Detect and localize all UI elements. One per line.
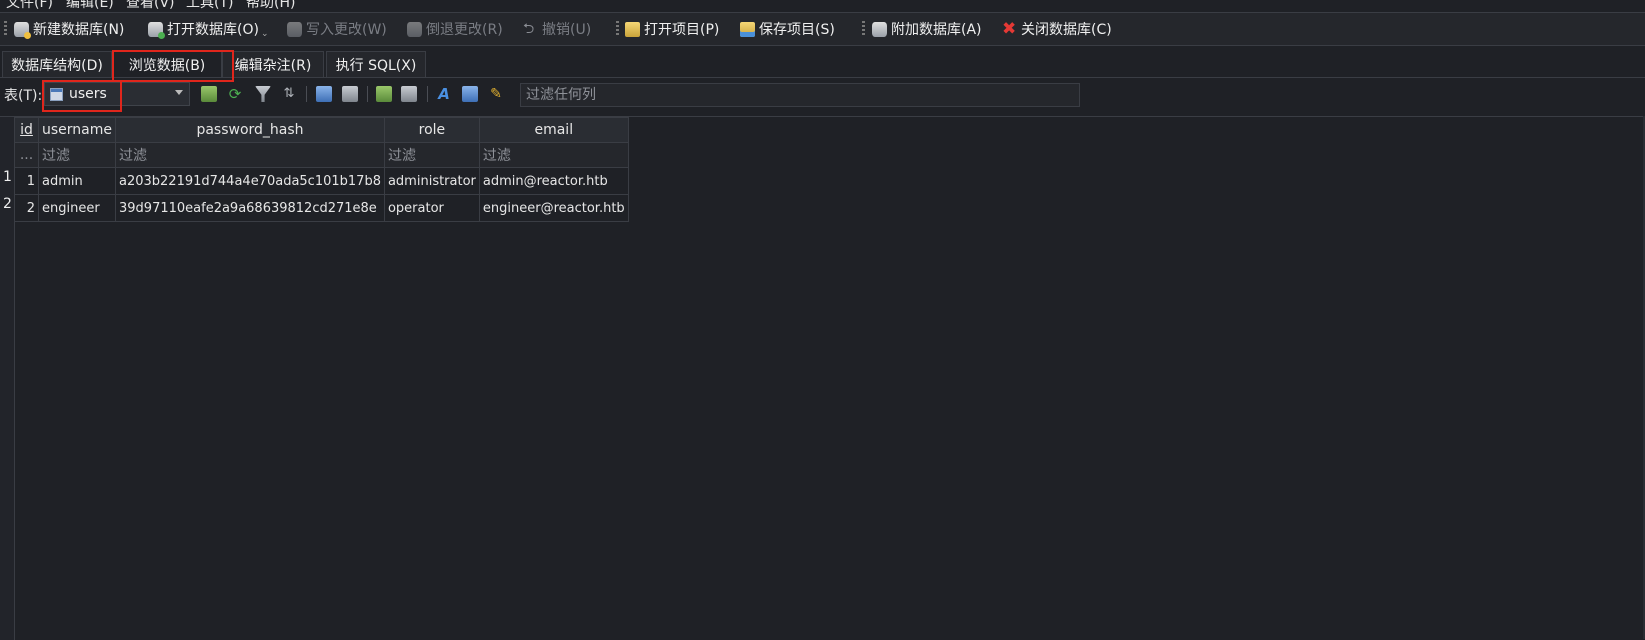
open-project-icon xyxy=(625,21,640,37)
delete-record-icon[interactable] xyxy=(401,86,417,102)
tab-database-structure[interactable]: 数据库结构(D) xyxy=(2,51,112,78)
column-header-email[interactable]: email xyxy=(478,117,629,143)
browse-toolbar: 表(T): users ⟳ ⇅ A ✎ xyxy=(0,80,1645,108)
save-project-label: 保存项目(S) xyxy=(759,22,835,38)
filter-any-column-input[interactable] xyxy=(520,83,1080,107)
main-toolbar: 新建数据库(N) 打开数据库(O) ⌄ 写入更改(W) 倒退更改(R) ⮌ 撤销… xyxy=(0,13,1645,46)
edit-pencil-icon[interactable]: ✎ xyxy=(488,86,504,102)
font-italic-icon[interactable]: A xyxy=(436,86,452,102)
data-grid[interactable]: 1 2 id username password_hash role email… xyxy=(0,116,1645,640)
toolbar-grip[interactable] xyxy=(862,21,865,37)
sort-icon[interactable]: ⇅ xyxy=(281,86,297,102)
revert-changes-button[interactable]: 倒退更改(R) xyxy=(407,19,503,39)
filter-username-input[interactable]: 过滤 xyxy=(38,142,116,168)
menu-help[interactable]: 帮助(H) xyxy=(246,0,295,12)
cell-id[interactable]: 1 xyxy=(14,167,39,195)
attach-database-icon xyxy=(872,21,887,37)
menu-file[interactable]: 文件(F) xyxy=(6,0,53,12)
menu-view[interactable]: 查看(V) xyxy=(126,0,175,12)
open-database-button[interactable]: 打开数据库(O) ⌄ xyxy=(148,19,269,39)
tab-edit-pragmas[interactable]: 编辑杂注(R) xyxy=(222,51,324,78)
filter-row: ... 过滤 过滤 过滤 过滤 xyxy=(14,142,629,168)
row-number[interactable]: 1 xyxy=(3,169,12,185)
cell-email[interactable]: admin@reactor.htb xyxy=(478,167,629,195)
new-database-icon xyxy=(14,21,31,39)
toolbar-grip[interactable] xyxy=(4,21,7,37)
toolbar-separator xyxy=(306,86,307,102)
cell-id[interactable]: 2 xyxy=(14,194,39,222)
close-icon: ✖ xyxy=(1002,18,1017,39)
close-database-button[interactable]: ✖ 关闭数据库(C) xyxy=(1002,19,1112,39)
filter-rownum: ... xyxy=(14,142,39,168)
table-icon xyxy=(50,87,63,101)
write-changes-button[interactable]: 写入更改(W) xyxy=(287,19,387,39)
tab-label: 浏览数据(B) xyxy=(128,58,206,74)
tab-execute-sql[interactable]: 执行 SQL(X) xyxy=(326,51,426,78)
save-project-button[interactable]: 保存项目(S) xyxy=(740,19,835,39)
cell-username[interactable]: engineer xyxy=(38,194,116,222)
chevron-down-icon[interactable]: ⌄ xyxy=(261,29,269,39)
open-project-label: 打开项目(P) xyxy=(644,22,720,38)
undo-button[interactable]: ⮌ 撤销(U) xyxy=(523,19,591,39)
column-header-username[interactable]: username xyxy=(38,117,116,143)
tab-browse-data[interactable]: 浏览数据(B) xyxy=(112,51,222,78)
new-database-button[interactable]: 新建数据库(N) xyxy=(14,19,124,39)
save-table-icon[interactable] xyxy=(316,86,332,102)
attach-database-button[interactable]: 附加数据库(A) xyxy=(872,19,982,39)
filter-role-input[interactable]: 过滤 xyxy=(383,142,480,168)
write-changes-icon xyxy=(287,21,302,37)
table-select[interactable]: users xyxy=(44,82,190,106)
cell-password-hash[interactable]: 39d97110eafe2a9a68639812cd271e8e xyxy=(115,194,385,222)
tab-bar: 数据库结构(D) 浏览数据(B) 编辑杂注(R) 执行 SQL(X) xyxy=(0,46,1645,78)
cell-role[interactable]: operator xyxy=(383,194,480,222)
toolbar-grip[interactable] xyxy=(616,21,619,37)
table-label: 表(T): xyxy=(4,88,43,104)
table-row[interactable]: 2 engineer 39d97110eafe2a9a68639812cd271… xyxy=(14,194,629,222)
undo-label: 撤销(U) xyxy=(542,22,592,38)
new-database-label: 新建数据库(N) xyxy=(33,22,125,38)
cell-role[interactable]: administrator xyxy=(383,167,480,195)
header-row: id username password_hash role email xyxy=(14,117,629,143)
print-icon[interactable] xyxy=(342,86,358,102)
users-table: id username password_hash role email ...… xyxy=(14,117,629,222)
menu-bar: 文件(F) 编辑(E) 查看(V) 工具(T) 帮助(H) xyxy=(0,0,1645,12)
filter-email-input[interactable]: 过滤 xyxy=(478,142,629,168)
open-database-icon xyxy=(148,21,165,39)
refresh-icon[interactable]: ⟳ xyxy=(227,86,243,102)
toolbar-separator xyxy=(367,86,368,102)
cell-password-hash[interactable]: a203b22191d744a4e70ada5c101b17b8 xyxy=(115,167,385,195)
tab-label: 执行 SQL(X) xyxy=(335,58,417,74)
table-select-value: users xyxy=(69,86,107,102)
open-database-label: 打开数据库(O) xyxy=(167,22,259,38)
revert-changes-label: 倒退更改(R) xyxy=(426,22,503,38)
save-project-icon xyxy=(740,21,755,37)
undo-icon: ⮌ xyxy=(523,20,535,37)
filter-password-hash-input[interactable]: 过滤 xyxy=(115,142,385,168)
tab-label: 编辑杂注(R) xyxy=(234,58,312,74)
revert-changes-icon xyxy=(407,21,422,37)
insert-record-icon[interactable] xyxy=(376,86,392,102)
row-number[interactable]: 2 xyxy=(3,196,12,212)
column-header-password-hash[interactable]: password_hash xyxy=(115,117,385,143)
toolbar-separator xyxy=(427,86,428,102)
column-header-role[interactable]: role xyxy=(383,117,480,143)
close-database-label: 关闭数据库(C) xyxy=(1021,22,1112,38)
write-changes-label: 写入更改(W) xyxy=(306,22,387,38)
refresh-table-icon[interactable] xyxy=(201,86,217,102)
menu-tools[interactable]: 工具(T) xyxy=(186,0,233,12)
tab-label: 数据库结构(D) xyxy=(11,58,103,74)
chevron-down-icon xyxy=(175,90,183,95)
cell-username[interactable]: admin xyxy=(38,167,116,195)
table-row[interactable]: 1 admin a203b22191d744a4e70ada5c101b17b8… xyxy=(14,167,629,195)
column-header-id[interactable]: id xyxy=(14,117,39,143)
cell-email[interactable]: engineer@reactor.htb xyxy=(478,194,629,222)
attach-database-label: 附加数据库(A) xyxy=(891,22,982,38)
menu-edit[interactable]: 编辑(E) xyxy=(66,0,114,12)
open-project-button[interactable]: 打开项目(P) xyxy=(625,19,719,39)
clear-filters-icon[interactable] xyxy=(255,86,271,102)
text-format-icon[interactable] xyxy=(462,86,478,102)
tab-divider xyxy=(0,77,1645,78)
